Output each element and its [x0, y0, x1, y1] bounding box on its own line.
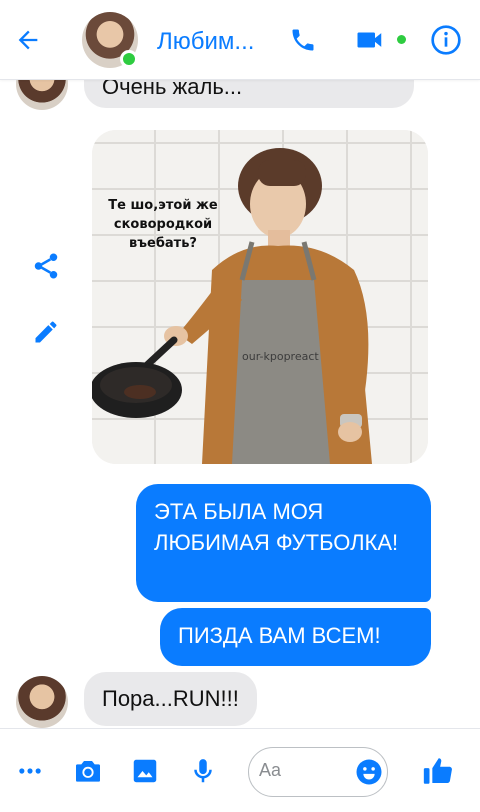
video-call-button[interactable] [352, 22, 388, 58]
online-status-dot [120, 50, 138, 68]
more-actions-button[interactable] [12, 753, 48, 789]
info-icon [431, 25, 461, 55]
message-bubble-incoming[interactable]: Пора...RUN!!! [84, 672, 257, 726]
message-input[interactable] [259, 760, 349, 781]
voice-record-button[interactable] [185, 753, 221, 789]
message-bubble-outgoing[interactable]: ПИЗДА ВАМ ВСЕМ! [160, 608, 431, 666]
share-button[interactable] [28, 248, 64, 284]
gallery-button[interactable] [127, 753, 163, 789]
video-active-dot [397, 35, 406, 44]
message-input-box[interactable] [248, 747, 388, 797]
message-list[interactable]: Очень жаль... Те шо,этой же сковородкой … [0, 80, 480, 728]
meme-image[interactable]: Те шо,этой же сковородкой въебать? our-k… [92, 130, 428, 464]
sender-avatar[interactable] [16, 80, 68, 110]
message-text: Очень жаль... [102, 80, 243, 99]
arrow-left-icon [18, 30, 38, 50]
pencil-icon [35, 321, 57, 343]
person-with-pan-illustration [92, 148, 372, 464]
call-button[interactable] [285, 22, 321, 58]
sender-avatar[interactable] [16, 676, 68, 728]
info-button[interactable] [428, 22, 464, 58]
contact-name[interactable]: Любим... [157, 28, 267, 56]
video-camera-icon [357, 32, 382, 48]
microphone-icon [194, 759, 212, 783]
image-icon [133, 759, 157, 783]
camera-icon [76, 761, 100, 782]
meme-watermark: our-kpopreact [242, 350, 319, 363]
message-bubble-outgoing[interactable]: ЭТА БЫЛА МОЯ ЛЮБИМАЯ ФУТБОЛКА! [136, 484, 431, 602]
camera-button[interactable] [70, 753, 106, 789]
meme-caption: Те шо,этой же сковородкой въебать? [108, 198, 218, 251]
message-text: ЭТА БЫЛА МОЯ ЛЮБИМАЯ ФУТБОЛКА! [154, 499, 399, 555]
message-text: ПИЗДА ВАМ ВСЕМ! [178, 623, 381, 648]
edit-button[interactable] [28, 314, 64, 350]
message-bubble-incoming[interactable]: Очень жаль... [84, 80, 414, 108]
emoji-button[interactable] [353, 756, 385, 788]
emoji-icon [356, 759, 382, 785]
thumbs-up-icon [423, 758, 452, 784]
phone-icon [292, 29, 314, 51]
message-composer [0, 728, 480, 812]
like-button[interactable] [420, 753, 456, 789]
more-dots-icon [19, 768, 41, 774]
share-icon [34, 253, 58, 279]
chat-header: Любим... [0, 0, 480, 80]
message-text: Пора...RUN!!! [102, 686, 239, 711]
back-button[interactable] [10, 22, 46, 58]
